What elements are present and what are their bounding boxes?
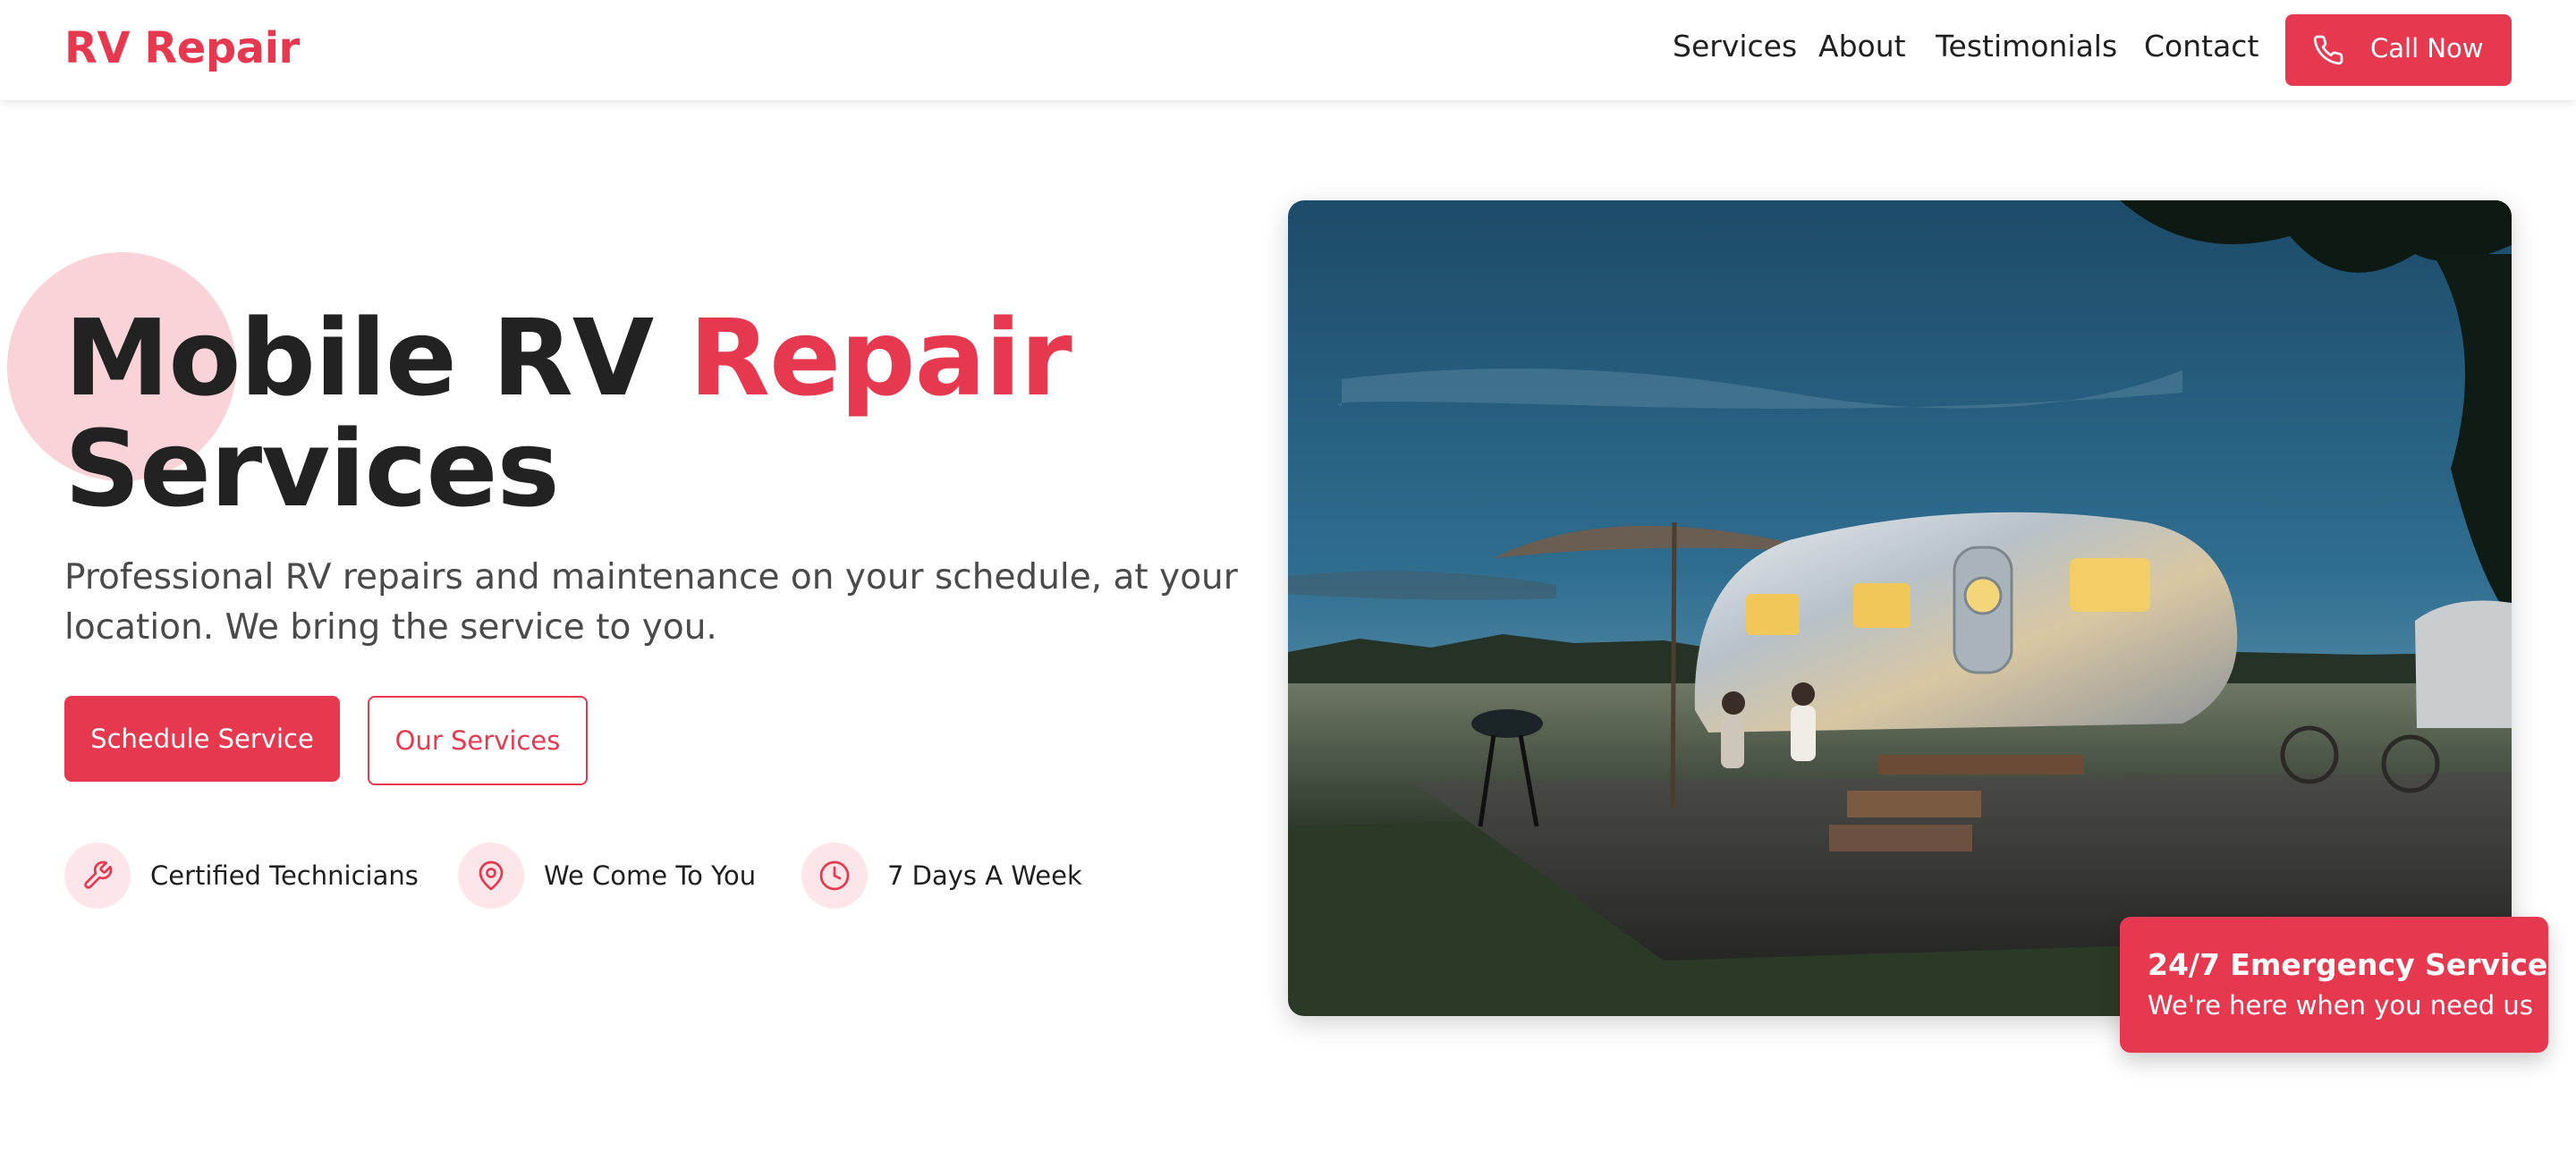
feature-label: We Come To You: [544, 860, 757, 891]
logo[interactable]: RV Repair: [64, 23, 300, 73]
nav-link-about[interactable]: About: [1818, 29, 1906, 64]
nav-link-testimonials[interactable]: Testimonials: [1936, 29, 2117, 64]
wrench-icon: [84, 860, 113, 889]
map-pin-icon: [479, 860, 504, 891]
hero-title: Mobile RV Repair Services: [64, 302, 1072, 524]
emergency-service-card: 24/7 Emergency Service We're here when y…: [2120, 917, 2548, 1053]
hero-title-part2: Services: [64, 407, 560, 530]
emergency-subtitle: We're here when you need us: [2148, 990, 2533, 1021]
our-services-button[interactable]: Our Services: [368, 696, 588, 785]
hero-subtitle: Professional RV repairs and maintenance …: [64, 557, 1238, 648]
hero-photo: [1288, 200, 2512, 1016]
feature-icon-badge: [64, 843, 131, 909]
hero-title-accent: Repair: [689, 296, 1072, 419]
feature-7-days-a-week: 7 Days A Week: [801, 843, 1106, 909]
nav-link-contact[interactable]: Contact: [2144, 29, 2258, 64]
schedule-service-button[interactable]: Schedule Service: [64, 696, 340, 782]
hero-image-airstream-camp: [1288, 200, 2512, 1016]
feature-label: 7 Days A Week: [887, 860, 1082, 891]
call-now-button[interactable]: Call Now: [2285, 14, 2512, 86]
feature-icon-badge: [801, 843, 868, 909]
feature-certified-technicians: Certified Technicians: [64, 843, 422, 909]
clock-icon: [819, 860, 850, 891]
phone-icon: [2313, 35, 2343, 65]
feature-we-come-to-you: We Come To You: [458, 843, 780, 909]
feature-icon-badge: [458, 843, 524, 909]
nav-link-services[interactable]: Services: [1673, 29, 1797, 64]
site-header: RV Repair Services About Testimonials Co…: [0, 0, 2576, 100]
feature-label: Certified Technicians: [150, 860, 419, 891]
hero-title-part1: Mobile RV: [64, 296, 690, 419]
call-now-label: Call Now: [2370, 33, 2484, 64]
emergency-title: 24/7 Emergency Service: [2148, 947, 2548, 982]
